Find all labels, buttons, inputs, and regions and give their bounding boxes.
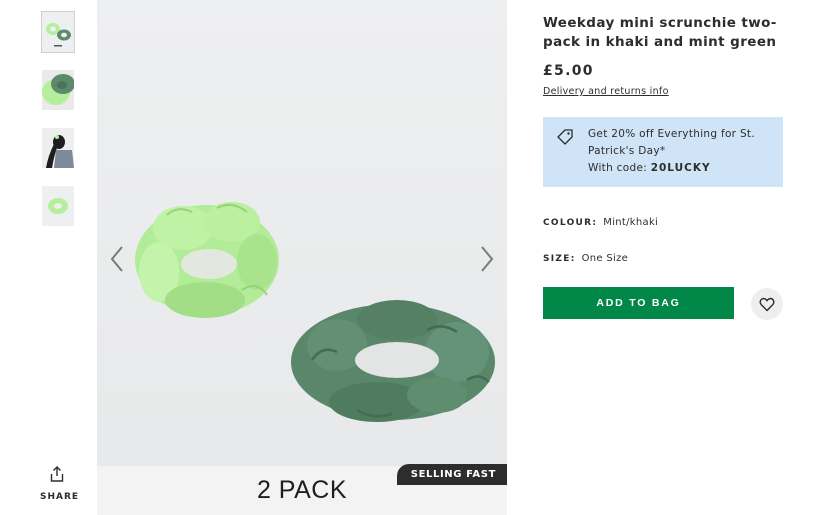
delivery-returns-link[interactable]: Delivery and returns info <box>543 86 669 97</box>
previous-image-arrow[interactable] <box>109 245 125 277</box>
promo-banner: Get 20% off Everything for St. Patrick's… <box>543 117 783 187</box>
colour-label: COLOUR: <box>543 218 598 228</box>
product-info: Weekday mini scrunchie two-pack in khaki… <box>543 14 788 321</box>
chevron-left-icon <box>110 246 123 272</box>
thumbnail-3[interactable] <box>42 128 74 168</box>
save-to-wishlist-button[interactable] <box>751 288 783 320</box>
size-label: SIZE: <box>543 254 576 264</box>
size-value: One Size <box>581 253 629 264</box>
product-title: Weekday mini scrunchie two-pack in khaki… <box>543 15 777 50</box>
selling-fast-badge: SELLING FAST <box>396 464 507 485</box>
share-icon <box>50 466 64 486</box>
add-to-bag-button[interactable]: ADD TO BAG <box>543 287 734 319</box>
promo-code-prefix: With code: <box>588 162 651 174</box>
thumbnail-list <box>41 11 75 244</box>
scrunchies-image <box>135 202 495 422</box>
promo-code-line: With code: 20LUCKY <box>588 160 773 177</box>
heart-icon <box>759 297 775 311</box>
thumbnail-4[interactable] <box>42 186 74 226</box>
thumbnail-1[interactable] <box>41 11 75 53</box>
product-price: £5.00 <box>543 63 594 79</box>
price-tag-icon <box>556 128 574 150</box>
colour-value: Mint/khaki <box>603 217 659 228</box>
thumbnail-2[interactable] <box>42 70 74 110</box>
size-row: SIZE: One Size <box>543 246 788 265</box>
share-button[interactable]: SHARE <box>40 466 80 502</box>
promo-code: 20LUCKY <box>650 162 711 174</box>
bag-actions: ADD TO BAG <box>543 287 788 321</box>
main-product-image: 2 PACK SELLING FAST <box>97 0 507 515</box>
chevron-right-icon <box>481 246 494 272</box>
share-label: SHARE <box>40 492 80 502</box>
colour-row: COLOUR: Mint/khaki <box>543 210 788 229</box>
promo-line-1: Get 20% off Everything for St. Patrick's… <box>588 128 755 157</box>
next-image-arrow[interactable] <box>479 245 495 277</box>
